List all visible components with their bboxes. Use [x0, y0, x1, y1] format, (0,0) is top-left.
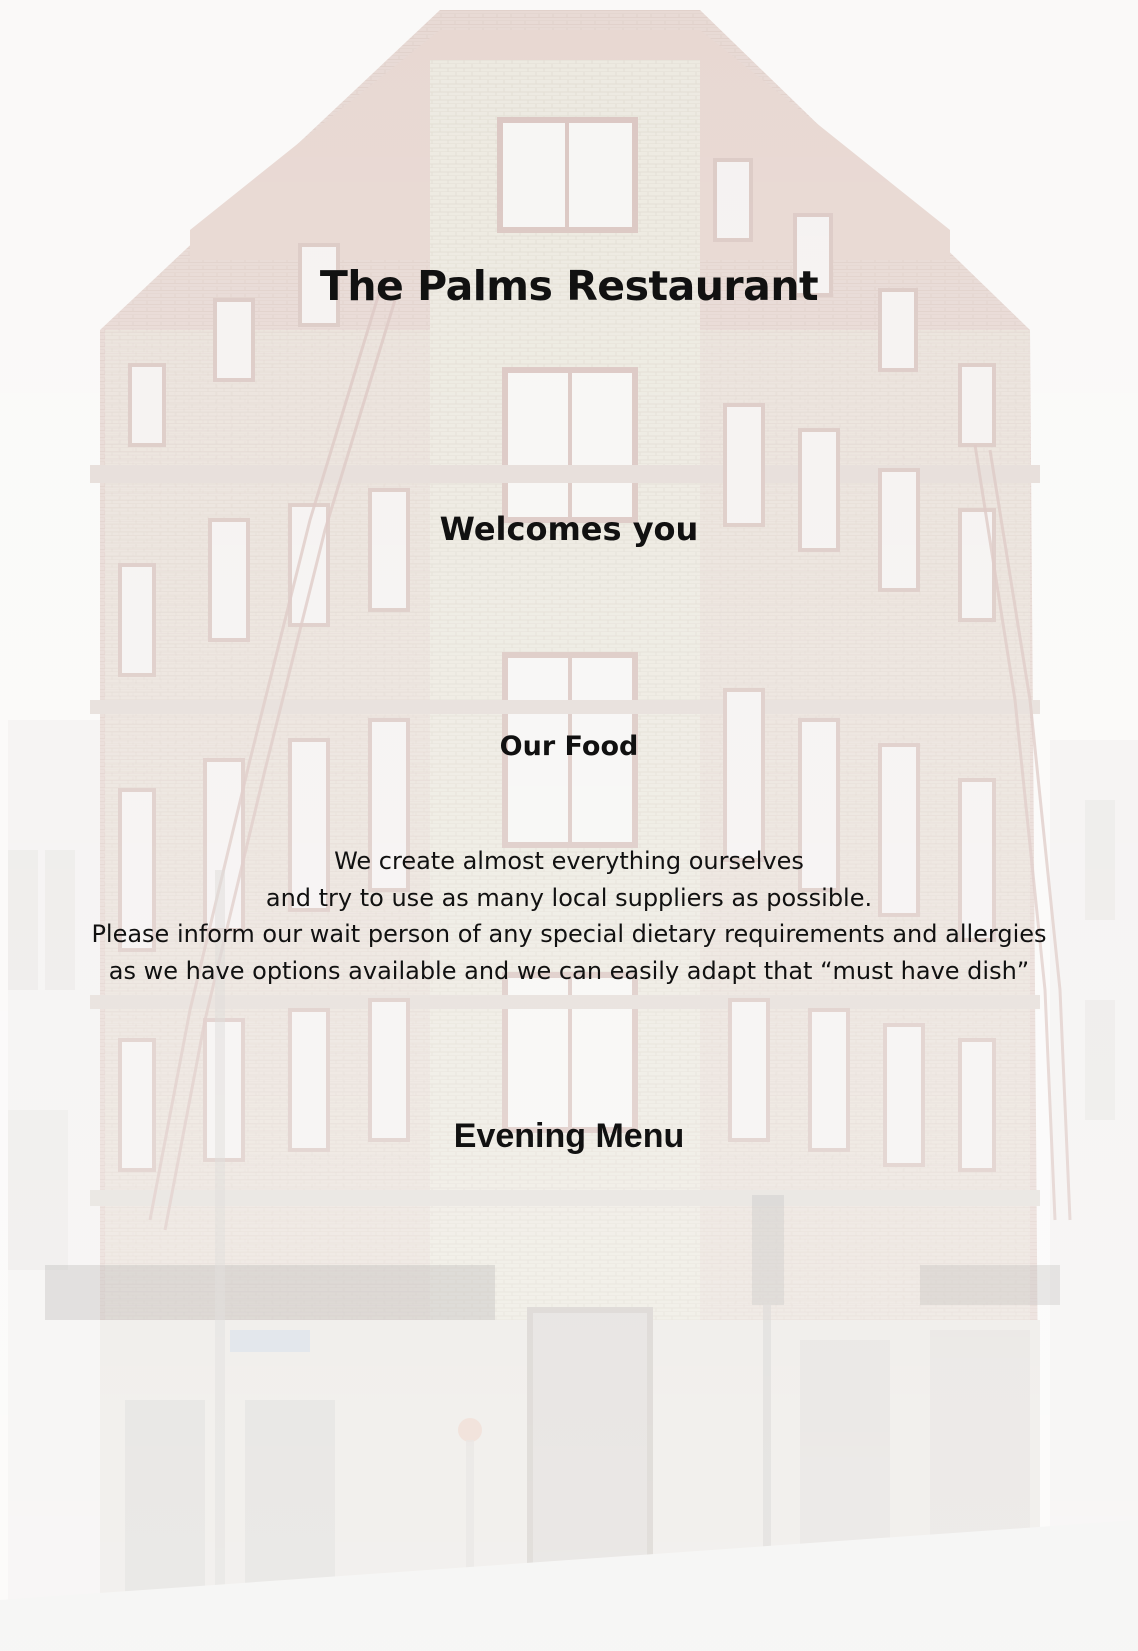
evening-menu-heading: Evening Menu: [453, 1117, 685, 1155]
food-line: and try to use as many local suppliers a…: [265, 883, 873, 912]
our-food-heading: Our Food: [499, 731, 639, 762]
menu-cover: The Palms Restaurant Welcomes you Our Fo…: [0, 0, 1138, 1651]
food-line: We create almost everything ourselves: [334, 847, 804, 875]
food-line: Please inform our wait person of any spe…: [91, 920, 1047, 948]
restaurant-title: The Palms Restaurant: [319, 262, 819, 310]
food-line: as we have options available and we can …: [108, 956, 1030, 985]
our-food-description: We create almost everything ourselves an…: [0, 843, 1138, 989]
welcome-heading: Welcomes you: [439, 510, 699, 548]
